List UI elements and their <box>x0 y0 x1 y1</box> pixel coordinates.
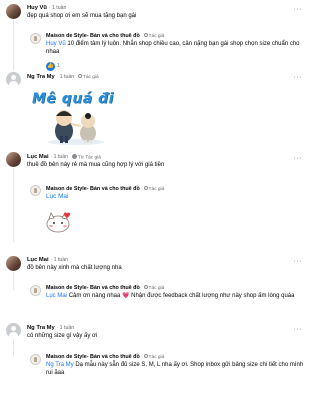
author-icon <box>143 33 148 38</box>
avatar[interactable] <box>30 185 41 196</box>
replier-name[interactable]: Maison de Style- Bán và cho thuê đồ <box>46 354 140 360</box>
mention-link[interactable]: Lục Mai <box>46 193 68 201</box>
avatar[interactable] <box>30 285 41 296</box>
avatar[interactable] <box>6 4 21 19</box>
commenter-name[interactable]: Huy Vũ <box>27 5 47 11</box>
mention-link[interactable]: Lục Mai <box>46 293 67 299</box>
comment-time[interactable]: 1 tuần <box>60 325 74 331</box>
comment-header: Ng Tra My · 1 tuần Tác giả <box>27 74 99 80</box>
mention-link[interactable]: Huy Vũ <box>46 41 66 47</box>
replier-name[interactable]: Maison de Style- Bán và cho thuê đồ <box>46 33 140 39</box>
comment-text: đồ bên này xinh mà chất lượng nha <box>27 265 122 271</box>
avatar[interactable] <box>6 152 21 167</box>
thread-line <box>13 272 14 290</box>
author-badge: Tác giả <box>143 285 164 291</box>
more-options-icon[interactable]: ··· <box>294 155 303 163</box>
reply-text: Huy Vũ 10 điểm tâm lý luôn. Nhắn shop ch… <box>46 41 300 55</box>
more-options-icon[interactable]: ··· <box>294 326 303 334</box>
cat-sticker-image <box>46 212 70 233</box>
commenter-name[interactable]: Ng Tra My <box>27 74 55 80</box>
author-icon <box>77 74 82 79</box>
author-badge: Tác giả <box>143 186 164 192</box>
thread-line <box>13 168 14 242</box>
more-options-icon[interactable]: ··· <box>294 6 303 14</box>
comment-time[interactable]: 1 tuần <box>54 257 68 263</box>
avatar[interactable] <box>30 33 41 44</box>
commenter-name[interactable]: Lục Mai <box>27 257 49 263</box>
author-icon <box>143 354 148 359</box>
comment-text: thuê đồ bên này rẻ mà mua cũng hợp lý vớ… <box>27 162 165 168</box>
comment-time[interactable]: 1 tuần <box>54 154 68 160</box>
reply-text: Ng Tra My Dạ mẫu này sẵn đủ size S, M, L… <box>46 362 304 376</box>
replier-name[interactable]: Maison de Style- Bán và cho thuê đồ <box>46 285 140 291</box>
comment-header: Ng Tra My · 1 tuần <box>27 325 75 331</box>
sticker-image <box>48 110 104 145</box>
reaction-count[interactable]: 1 <box>57 62 60 70</box>
commenter-name[interactable]: Ng Tra My <box>27 325 55 331</box>
mention-link[interactable]: Ng Tra My <box>46 362 74 368</box>
author-icon <box>71 153 77 159</box>
author-badge: Tác giả <box>143 33 164 39</box>
comment-text: đẹp quá shop ơi em sẽ mua tặng bạn gái <box>27 13 137 19</box>
more-options-icon[interactable]: ··· <box>294 74 303 82</box>
avatar[interactable] <box>6 256 21 271</box>
comment-time[interactable]: 1 tuần <box>60 74 74 80</box>
author-icon <box>143 186 148 191</box>
thread-line <box>13 339 14 357</box>
like-reaction-icon[interactable]: 👍 <box>46 62 55 71</box>
commenter-name[interactable]: Lục Mai <box>27 154 49 160</box>
avatar[interactable] <box>6 72 21 87</box>
avatar[interactable] <box>30 354 41 365</box>
comment-time[interactable]: 1 tuần <box>52 5 66 11</box>
author-badge: Tác giả <box>77 74 99 80</box>
author-icon <box>143 285 148 290</box>
reply-text: Lục Mai Cảm ơn nàng nhaa 💗 Nhận được fee… <box>46 293 295 299</box>
author-badge: Tác giả <box>143 354 164 360</box>
comment-header: Huy Vũ · 1 tuần <box>27 5 67 11</box>
comment-text: có những size gì vậy ấy ơi <box>27 333 98 339</box>
more-options-icon[interactable]: ··· <box>294 258 303 266</box>
thread-line <box>13 20 14 70</box>
avatar[interactable] <box>6 323 21 338</box>
replier-name[interactable]: Maison de Style- Bán và cho thuê đồ <box>46 186 140 192</box>
comment-header: Lục Mai · 1 tuần <box>27 257 68 263</box>
